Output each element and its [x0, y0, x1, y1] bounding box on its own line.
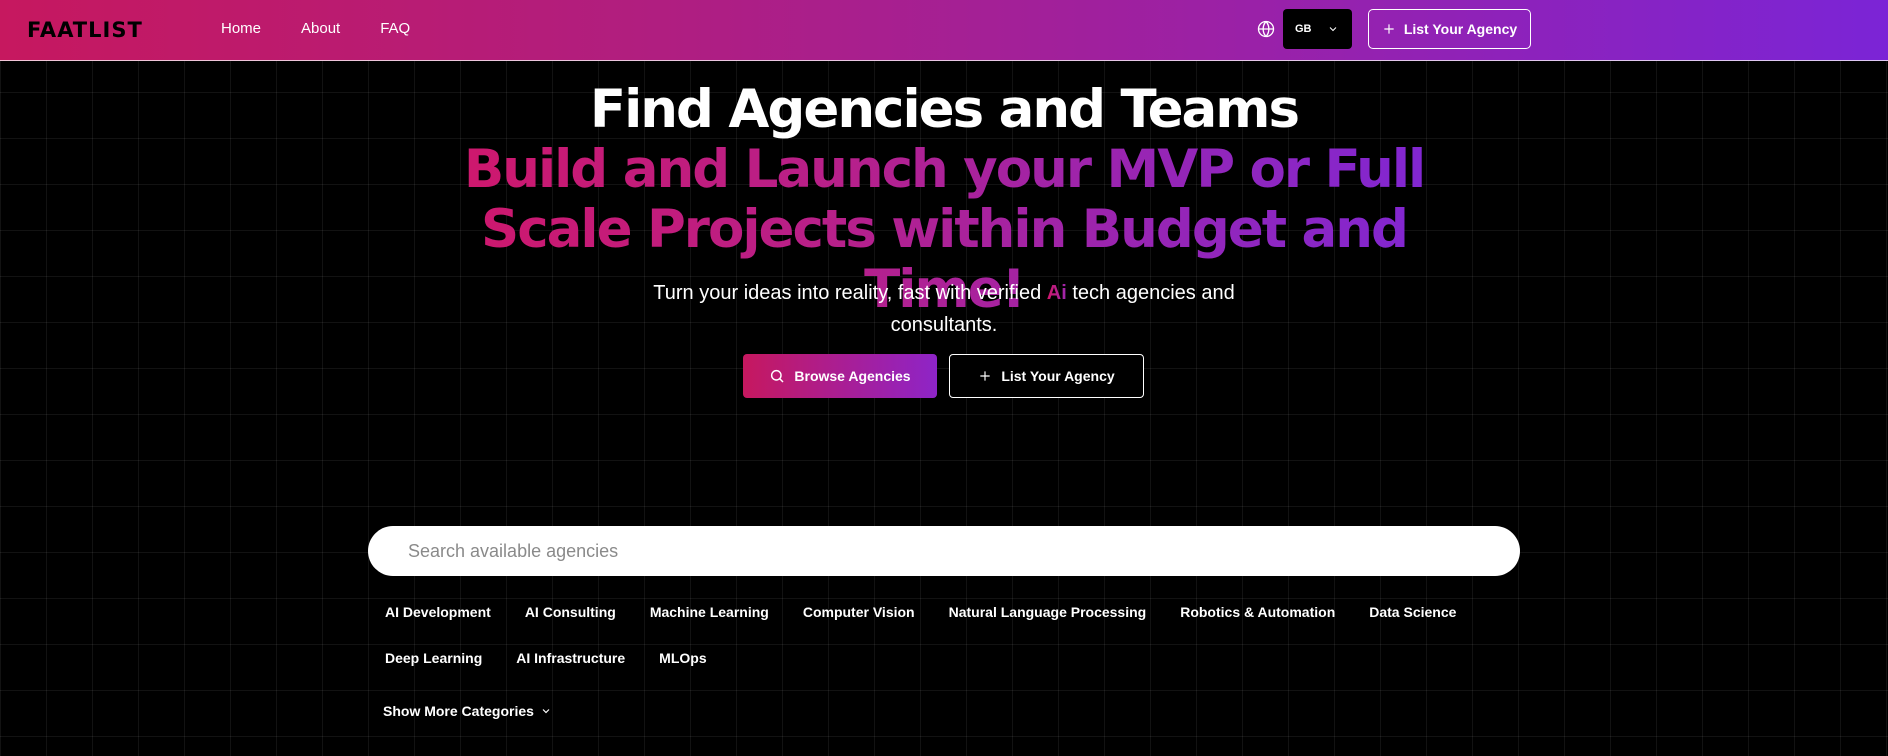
- hero-desc-ai: Ai: [1046, 282, 1067, 304]
- nav-cta-label: List Your Agency: [1403, 21, 1518, 37]
- site-logo[interactable]: FAATLIST: [27, 18, 143, 42]
- nav-link-home[interactable]: Home: [221, 20, 261, 37]
- language-value: GB: [1295, 23, 1312, 35]
- category-computer-vision[interactable]: Computer Vision: [786, 596, 932, 642]
- agency-search-input[interactable]: [368, 526, 1520, 576]
- plus-icon: [980, 371, 990, 381]
- list-your-agency-button[interactable]: List Your Agency: [949, 354, 1144, 398]
- category-data-science[interactable]: Data Science: [1352, 596, 1473, 642]
- browse-agencies-label: Browse Agencies: [794, 368, 911, 384]
- hero-title: Find Agencies and Teams: [589, 79, 1300, 140]
- top-navbar: FAATLIST Home About FAQ GB List Your Age…: [0, 0, 1888, 61]
- nav-link-about[interactable]: About: [301, 20, 340, 37]
- hero-desc-start: Turn your ideas into reality, fast with …: [653, 282, 1047, 304]
- list-your-agency-nav-button[interactable]: List Your Agency: [1368, 9, 1531, 49]
- main-nav: Home About FAQ: [221, 20, 450, 37]
- nav-link-faq[interactable]: FAQ: [380, 20, 410, 37]
- category-machine-learning[interactable]: Machine Learning: [633, 596, 786, 642]
- show-more-label: Show More Categories: [383, 703, 534, 719]
- browse-agencies-button[interactable]: Browse Agencies: [743, 354, 937, 398]
- show-more-categories-button[interactable]: Show More Categories: [383, 703, 552, 719]
- category-ai-development[interactable]: AI Development: [368, 596, 508, 642]
- list-your-agency-label: List Your Agency: [1001, 368, 1115, 384]
- language-select[interactable]: GB: [1283, 9, 1352, 49]
- category-mlops[interactable]: MLOps: [642, 642, 723, 688]
- category-ai-consulting[interactable]: AI Consulting: [508, 596, 633, 642]
- hero-subtitle-line1: Build and Launch your MVP or Full: [463, 139, 1425, 200]
- category-ai-infrastructure[interactable]: AI Infrastructure: [499, 642, 642, 688]
- category-robotics-automation[interactable]: Robotics & Automation: [1163, 596, 1352, 642]
- chevron-down-icon: [542, 709, 550, 714]
- plus-icon: [1384, 24, 1394, 34]
- search-icon: [771, 369, 784, 383]
- hero-description: Turn your ideas into reality, fast with …: [620, 277, 1268, 341]
- category-deep-learning[interactable]: Deep Learning: [368, 642, 499, 688]
- globe-icon: [1257, 20, 1275, 38]
- category-nlp[interactable]: Natural Language Processing: [932, 596, 1164, 642]
- category-list: AI Development AI Consulting Machine Lea…: [368, 596, 1520, 688]
- chevron-down-icon: [1329, 27, 1337, 32]
